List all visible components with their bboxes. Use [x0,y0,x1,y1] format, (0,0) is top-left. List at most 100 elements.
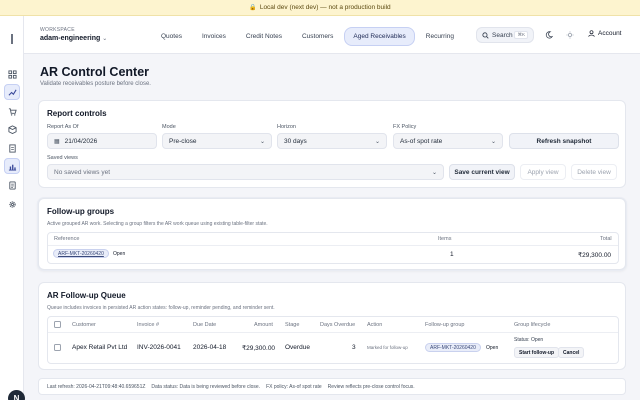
row-due-date: 2026-04-18 [193,344,227,351]
col-reference: Reference [54,236,80,242]
followup-groups-description: Active grouped AR work. Selecting a grou… [47,221,268,227]
row-group-chip[interactable]: ARF-MKT-20260420 [425,343,481,352]
row-amount: ₹29,300.00 [242,345,276,352]
saved-views-label: Saved views [47,155,78,161]
apply-view-button[interactable]: Apply view [520,164,566,180]
cart-icon[interactable] [4,103,20,119]
data-status-text: Data status: Data is being reviewed befo… [151,383,261,390]
trend-icon[interactable] [4,84,20,100]
followup-queue-table: Customer Invoice # Due Date Amount Stage… [47,316,619,364]
user-icon [588,30,595,37]
tab-quotes[interactable]: Quotes [152,27,191,46]
document-icon[interactable] [4,140,20,156]
mode-label: Mode [162,124,176,130]
start-followup-button[interactable]: Start follow-up [514,347,559,358]
chevron-down-icon: ⌄ [490,138,496,145]
tab-recurring[interactable]: Recurring [417,27,463,46]
row-invoice[interactable]: INV-2026-0041 [137,344,181,351]
as-of-date-input[interactable]: ▦ 21/04/2026 [47,133,157,149]
row-lifecycle-status: Status: Open [514,337,544,343]
row-customer: Apex Retail Pvt Ltd [72,344,128,351]
calendar-icon: ▦ [54,138,60,145]
tab-customers[interactable]: Customers [293,27,342,46]
status-footer: Last refresh: 2026-04-21T09:48:40.659651… [38,378,626,395]
top-bar: WORKSPACE adam-engineering ⌄ Quotes Invoi… [24,16,640,54]
search-button[interactable]: Search ⌘K [476,27,534,43]
col-invoice: Invoice # [137,322,160,328]
group-total: ₹29,300.00 [578,252,612,259]
horizon-label: Horizon [277,124,296,130]
status-badge: Open [113,250,126,257]
row-group-status: Open [486,344,499,351]
grid-icon[interactable] [4,66,20,82]
main-nav: Quotes Invoices Credit Notes Customers A… [152,27,463,46]
followup-queue-card: AR Follow-up Queue Queue includes invoic… [38,282,626,370]
dev-banner: 🔒 Local dev (next dev) — not a productio… [0,0,640,16]
tab-credit-notes[interactable]: Credit Notes [237,27,291,46]
followup-groups-title: Follow-up groups [47,207,115,216]
col-amount: Amount [254,322,273,328]
row-checkbox[interactable] [54,344,61,351]
delete-view-button[interactable]: Delete view [571,164,617,180]
search-icon [482,31,489,39]
col-days-overdue: Days Overdue [320,322,356,328]
row-action: Marked for follow-up [367,345,408,350]
tab-aged-receivables[interactable]: Aged Receivables [344,27,415,46]
chevron-down-icon: ⌄ [102,36,108,42]
col-action: Action [367,322,383,328]
chevron-down-icon: ⌄ [431,169,437,176]
report-controls-title: Report controls [47,109,107,118]
col-group-lifecycle: Group lifecycle [514,322,551,328]
gear-icon[interactable] [4,196,20,212]
group-reference-chip[interactable]: ARF-MKT-20260420 [53,249,109,258]
save-view-button[interactable]: Save current view [449,164,515,180]
sun-icon[interactable] [565,30,575,40]
col-items: Items [438,236,452,242]
tab-invoices[interactable]: Invoices [193,27,235,46]
lock-icon: 🔒 [249,5,257,11]
refresh-snapshot-button[interactable]: Refresh snapshot [509,133,619,149]
fx-policy-text: FX policy: As-of spot rate [266,383,322,390]
page-subtitle: Validate receivables posture before clos… [40,81,151,87]
dev-banner-text: Local dev (next dev) — not a production … [259,4,391,11]
last-refresh-text: Last refresh: 2026-04-21T09:48:40.659651… [47,383,146,390]
fx-policy-select[interactable]: As-of spot rate ⌄ [393,133,503,149]
chevron-down-icon: ⌄ [374,138,380,145]
followup-groups-card: Follow-up groups Active grouped AR work.… [38,198,626,270]
divider [48,245,618,246]
chart-icon[interactable] [4,158,20,174]
cancel-button[interactable]: Cancel [558,347,585,358]
row-stage: Overdue [285,344,310,351]
horizon-select[interactable]: 30 days ⌄ [277,133,387,149]
account-button[interactable]: Account [588,30,622,37]
col-followup-group: Follow-up group [425,322,465,328]
report-controls-card: Report controls Report As Of ▦ 21/04/202… [38,100,626,188]
workspace-switcher[interactable]: adam-engineering ⌄ [40,35,107,42]
search-shortcut: ⌘K [514,31,528,39]
sidebar-toggle[interactable] [11,34,13,44]
receipt-icon[interactable] [4,177,20,193]
as-of-label: Report As Of [47,124,79,130]
avatar[interactable]: N [8,390,25,400]
divider [48,332,618,333]
fx-policy-label: FX Policy [393,124,417,130]
select-all-checkbox[interactable] [54,321,61,328]
sidebar: N [0,16,25,400]
col-customer: Customer [72,322,96,328]
followup-groups-table: Reference Items Total ARF-MKT-20260420 O… [47,232,619,264]
row-days-overdue: 3 [352,344,356,351]
saved-views-select[interactable]: No saved views yet ⌄ [47,164,444,180]
page-title: AR Control Center [40,65,150,79]
mode-select[interactable]: Pre-close ⌄ [162,133,272,149]
workspace-label: WORKSPACE [40,27,75,33]
followup-queue-title: AR Follow-up Queue [47,291,126,300]
followup-queue-description: Queue includes invoices in persisted AR … [47,305,275,311]
box-icon[interactable] [4,121,20,137]
col-due-date: Due Date [193,322,217,328]
col-total: Total [600,236,612,242]
group-items-count: 1 [450,251,454,258]
review-text: Review reflects pre-close control focus. [327,383,415,390]
chevron-down-icon: ⌄ [259,138,265,145]
moon-icon[interactable] [544,30,554,40]
col-stage: Stage [285,322,300,328]
